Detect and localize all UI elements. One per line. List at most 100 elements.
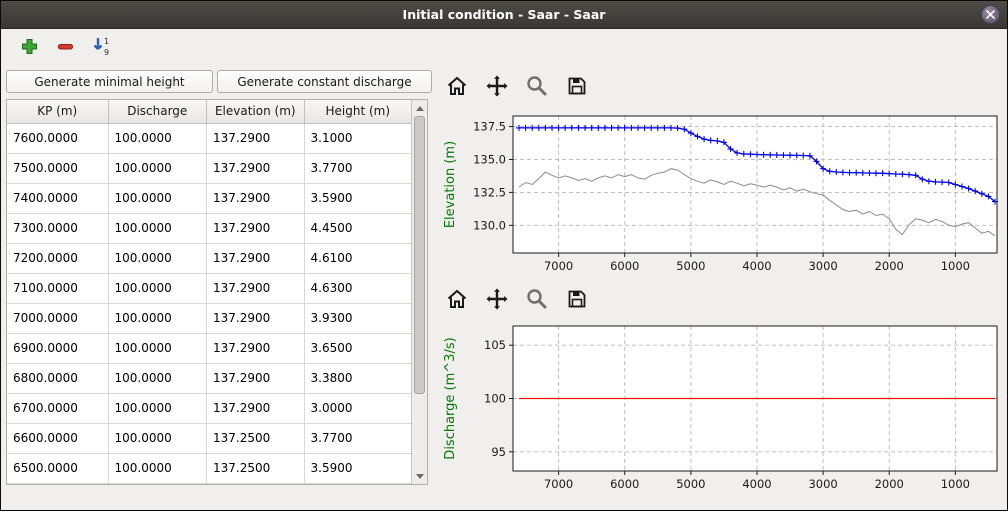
table-cell[interactable]: 100.0000 — [109, 274, 208, 304]
sort-button[interactable]: 1 9 — [87, 32, 115, 60]
table-cell[interactable]: 6800.0000 — [7, 364, 109, 394]
table-cell[interactable]: 100.0000 — [109, 154, 208, 184]
add-row-button[interactable] — [15, 32, 43, 60]
table-cell[interactable]: 7500.0000 — [7, 154, 109, 184]
close-button[interactable] — [981, 5, 1000, 24]
elevation-pan-button[interactable] — [477, 71, 517, 101]
svg-text:7000: 7000 — [544, 477, 573, 491]
discharge-chart[interactable]: 700060005000400030002000100095100105Disc… — [437, 317, 1005, 497]
table-cell[interactable]: 3.9300 — [305, 304, 411, 334]
svg-text:1000: 1000 — [941, 477, 970, 491]
table-row: 6600.0000100.0000137.25003.7700 — [7, 424, 411, 454]
svg-text:4000: 4000 — [742, 259, 771, 273]
scroll-down-icon — [416, 474, 424, 479]
discharge-home-button[interactable] — [437, 284, 477, 314]
column-header[interactable]: Discharge (m³/s) — [109, 100, 208, 124]
table-cell[interactable]: 100.0000 — [109, 334, 208, 364]
table-cell[interactable]: 6600.0000 — [7, 424, 109, 454]
table-cell[interactable]: 100.0000 — [109, 184, 208, 214]
column-header[interactable]: Elevation (m) — [207, 100, 305, 124]
table-cell[interactable]: 3.0000 — [305, 394, 411, 424]
table-cell[interactable]: 100.0000 — [109, 214, 208, 244]
titlebar[interactable]: Initial condition - Saar - Saar — [1, 1, 1007, 29]
table-cell[interactable]: 3.3800 — [305, 364, 411, 394]
svg-text:135.0: 135.0 — [473, 152, 506, 166]
discharge-zoom-button[interactable] — [517, 284, 557, 314]
table-cell[interactable]: 3.1000 — [305, 124, 411, 154]
table-cell[interactable]: 7200.0000 — [7, 244, 109, 274]
table-row: 7600.0000100.0000137.29003.1000 — [7, 124, 411, 154]
table-row: 6900.0000100.0000137.29003.6500 — [7, 334, 411, 364]
svg-text:Discharge (m^3/s): Discharge (m^3/s) — [443, 337, 458, 459]
svg-text:132.5: 132.5 — [473, 185, 506, 199]
save-icon — [565, 287, 589, 311]
table-cell[interactable]: 137.2900 — [207, 124, 305, 154]
table-cell[interactable]: 7000.0000 — [7, 304, 109, 334]
table-cell[interactable]: 7300.0000 — [7, 214, 109, 244]
scrollbar-up-button[interactable] — [412, 101, 427, 115]
table-cell[interactable]: 137.2500 — [207, 454, 305, 484]
discharge-pan-button[interactable] — [477, 284, 517, 314]
generate-minimal-height-button[interactable]: Generate minimal height — [6, 70, 213, 93]
table-row: 6500.0000100.0000137.25003.5900 — [7, 454, 411, 484]
table-cell[interactable]: 100.0000 — [109, 244, 208, 274]
elevation-save-button[interactable] — [557, 71, 597, 101]
window-title: Initial condition - Saar - Saar — [403, 7, 606, 22]
table-cell[interactable]: 3.7700 — [305, 424, 411, 454]
table-cell[interactable]: 3.7700 — [305, 154, 411, 184]
table-row: 7300.0000100.0000137.29004.4500 — [7, 214, 411, 244]
table-cell[interactable]: 100.0000 — [109, 304, 208, 334]
table-cell[interactable]: 137.2500 — [207, 424, 305, 454]
table-cell[interactable]: 137.2900 — [207, 394, 305, 424]
generate-buttons-row: Generate minimal height Generate constan… — [6, 70, 432, 93]
main-toolbar: 1 9 — [1, 29, 1007, 63]
column-header[interactable]: Height (m) — [305, 100, 411, 124]
table-cell[interactable]: 137.2900 — [207, 364, 305, 394]
table-cell[interactable]: 7600.0000 — [7, 124, 109, 154]
magnifier-icon — [525, 287, 549, 311]
elevation-chart[interactable]: 7000600050004000300020001000130.0132.513… — [437, 107, 1005, 279]
data-table: KP (m)Discharge (m³/s)Elevation (m)Heigh… — [6, 99, 428, 485]
table-cell[interactable]: 137.2900 — [207, 244, 305, 274]
table-cell[interactable]: 4.6300 — [305, 274, 411, 304]
table-row: 7500.0000100.0000137.29003.7700 — [7, 154, 411, 184]
svg-text:5000: 5000 — [676, 259, 705, 273]
table-row: 7000.0000100.0000137.29003.9300 — [7, 304, 411, 334]
table-cell[interactable]: 4.4500 — [305, 214, 411, 244]
table-cell[interactable]: 137.2900 — [207, 304, 305, 334]
table-cell[interactable]: 6500.0000 — [7, 454, 109, 484]
table-cell[interactable]: 6700.0000 — [7, 394, 109, 424]
table-cell[interactable]: 4.6100 — [305, 244, 411, 274]
table-cell[interactable]: 137.2900 — [207, 154, 305, 184]
remove-row-button[interactable] — [51, 32, 79, 60]
column-header[interactable]: KP (m) — [7, 100, 109, 124]
scrollbar-thumb[interactable] — [414, 116, 425, 394]
table-cell[interactable]: 6900.0000 — [7, 334, 109, 364]
table-scrollbar[interactable] — [411, 100, 427, 484]
table-cell[interactable]: 3.5900 — [305, 454, 411, 484]
table-cell[interactable]: 137.2900 — [207, 334, 305, 364]
table-cell[interactable]: 7400.0000 — [7, 184, 109, 214]
table-cell[interactable]: 100.0000 — [109, 124, 208, 154]
table-header: KP (m)Discharge (m³/s)Elevation (m)Heigh… — [7, 100, 411, 124]
table-cell[interactable]: 137.2900 — [207, 184, 305, 214]
table-cell[interactable]: 7100.0000 — [7, 274, 109, 304]
sort-numeric-icon: 1 9 — [91, 36, 111, 56]
elevation-zoom-button[interactable] — [517, 71, 557, 101]
discharge-save-button[interactable] — [557, 284, 597, 314]
table-cell[interactable]: 100.0000 — [109, 394, 208, 424]
table-cell[interactable]: 137.2900 — [207, 274, 305, 304]
table-cell[interactable]: 100.0000 — [109, 364, 208, 394]
table-cell[interactable]: 137.2900 — [207, 214, 305, 244]
table-cell[interactable]: 3.6500 — [305, 334, 411, 364]
pan-icon — [485, 287, 509, 311]
scroll-up-icon — [416, 106, 424, 111]
table-row: 6700.0000100.0000137.29003.0000 — [7, 394, 411, 424]
scrollbar-down-button[interactable] — [412, 469, 427, 483]
table-cell[interactable]: 3.5900 — [305, 184, 411, 214]
elevation-home-button[interactable] — [437, 71, 477, 101]
table-row: 7400.0000100.0000137.29003.5900 — [7, 184, 411, 214]
table-cell[interactable]: 100.0000 — [109, 454, 208, 484]
generate-constant-discharge-button[interactable]: Generate constant discharge — [217, 70, 432, 93]
table-cell[interactable]: 100.0000 — [109, 424, 208, 454]
